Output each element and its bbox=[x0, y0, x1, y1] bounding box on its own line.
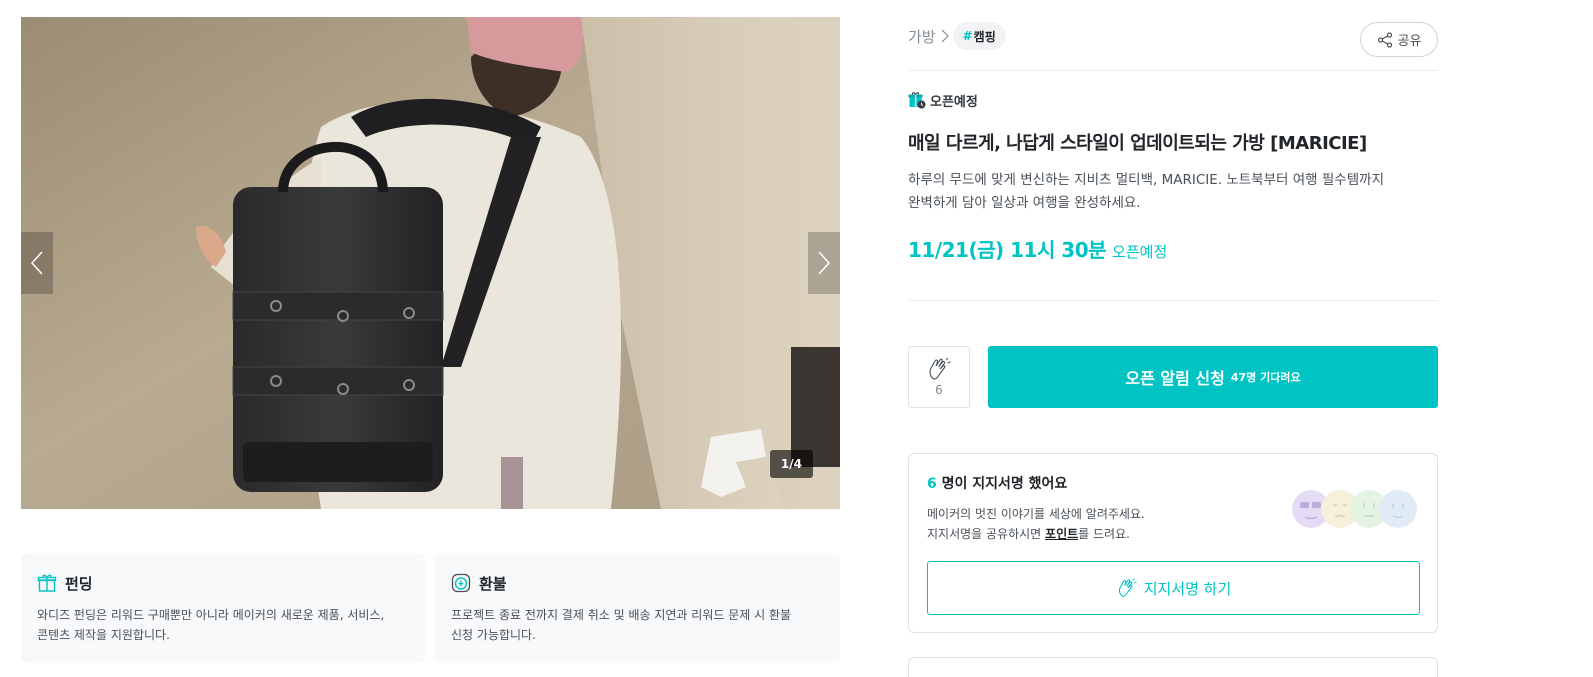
tag-label: 캠핑 bbox=[973, 29, 996, 44]
status-label: 오픈예정 bbox=[930, 94, 978, 110]
chevron-left-icon bbox=[30, 251, 43, 275]
open-date: 11/21(금) 11시 30분 bbox=[908, 238, 1107, 262]
funding-info-card: 펀딩 와디즈 펀딩은 리워드 구매뿐만 아니라 메이커의 새로운 제품, 서비스… bbox=[21, 553, 425, 663]
divider bbox=[908, 70, 1438, 71]
carousel-next-button[interactable] bbox=[808, 232, 840, 294]
clap-count: 6 bbox=[935, 383, 943, 397]
support-signature-card: 6 명이 지지서명 했어요 메이커의 멋진 이야기를 세상에 알려주세요. 지지… bbox=[908, 453, 1438, 633]
next-section-card bbox=[908, 657, 1438, 677]
open-schedule: 11/21(금) 11시 30분 오픈예정 bbox=[908, 234, 1167, 263]
point-link[interactable]: 포인트 bbox=[1045, 527, 1078, 541]
product-image-carousel[interactable]: 1/4 bbox=[21, 17, 840, 509]
cta-label: 오픈 알림 신청 bbox=[1125, 369, 1225, 388]
sign-support-button[interactable]: 지지서명 하기 bbox=[927, 561, 1420, 615]
project-info-panel: 가방 # 캠핑 공유 오픈예정 매일 다르게, 나답게 스타일이 업데이트되는 … bbox=[908, 0, 1438, 677]
tag-hash: # bbox=[962, 29, 973, 43]
share-button[interactable]: 공유 bbox=[1360, 22, 1438, 57]
open-note: 오픈예정 bbox=[1112, 243, 1168, 261]
clapping-hands-icon bbox=[1118, 578, 1137, 597]
sign-support-label: 지지서명 하기 bbox=[1143, 579, 1232, 598]
refund-icon bbox=[451, 573, 471, 593]
divider bbox=[908, 300, 1438, 301]
project-description: 하루의 무드에 맞게 변신하는 지비츠 멀티백, MARICIE. 노트북부터 … bbox=[908, 172, 1384, 211]
refund-description: 프로젝트 종료 전까지 결제 취소 및 배송 지연과 리워드 문제 시 환불 신… bbox=[451, 608, 792, 642]
refund-title: 환불 bbox=[479, 574, 507, 593]
breadcrumb-category[interactable]: 가방 bbox=[908, 26, 936, 47]
refund-info-card: 환불 프로젝트 종료 전까지 결제 취소 및 배송 지연과 리워드 문제 시 환… bbox=[435, 553, 840, 663]
project-title: 매일 다르게, 나답게 스타일이 업데이트되는 가방 [MARICIE] bbox=[908, 133, 1367, 154]
support-heading: 6 명이 지지서명 했어요 bbox=[927, 476, 1068, 492]
carousel-prev-button[interactable] bbox=[21, 232, 53, 294]
cta-waiting-count: 47명 기다려요 bbox=[1230, 371, 1301, 384]
share-label: 공유 bbox=[1397, 34, 1422, 49]
support-description: 메이커의 멋진 이야기를 세상에 알려주세요. 지지서명을 공유하시면 포인트를… bbox=[927, 507, 1145, 541]
chevron-right-icon bbox=[818, 251, 831, 275]
status-badge: 오픈예정 bbox=[908, 90, 978, 110]
tag-camping[interactable]: # 캠핑 bbox=[952, 22, 1006, 50]
clap-button[interactable]: 6 bbox=[908, 346, 970, 408]
product-photo bbox=[21, 17, 840, 509]
gift-clock-icon bbox=[908, 92, 926, 109]
funding-description: 와디즈 펀딩은 리워드 구매뿐만 아니라 메이커의 새로운 제품, 서비스, 콘… bbox=[37, 608, 385, 642]
clapping-hands-icon bbox=[929, 357, 951, 380]
carousel-counter: 1/4 bbox=[769, 450, 813, 478]
open-notification-button[interactable]: 오픈 알림 신청 47명 기다려요 bbox=[988, 346, 1438, 408]
share-icon bbox=[1377, 31, 1392, 48]
funding-title: 펀딩 bbox=[65, 574, 93, 593]
chevron-right-icon bbox=[941, 29, 949, 43]
supporter-faces-illustration bbox=[1292, 490, 1417, 528]
gift-icon bbox=[37, 574, 57, 592]
breadcrumb: 가방 # 캠핑 bbox=[908, 22, 1006, 50]
